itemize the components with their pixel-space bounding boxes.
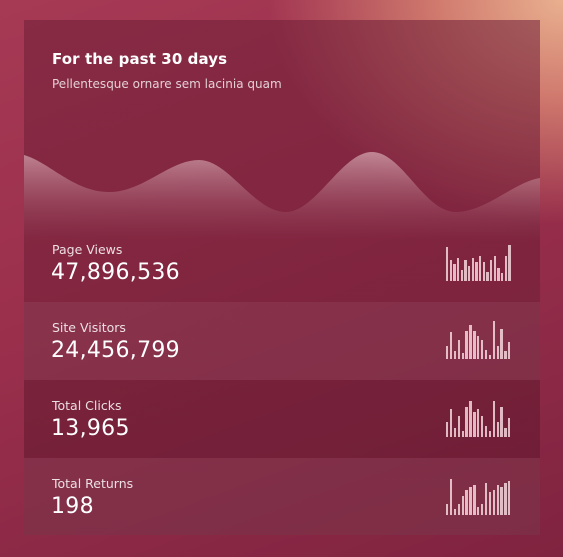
sparkline-bar <box>473 484 476 515</box>
stat-label: Page Views <box>52 242 123 257</box>
sparkline-bar <box>484 482 488 515</box>
sparkline <box>446 477 512 515</box>
sparkline-bar <box>496 421 499 437</box>
traffic-wave-graph <box>24 152 540 240</box>
sparkline <box>446 243 512 281</box>
sparkline-bar <box>449 408 453 437</box>
sparkline-bar <box>508 418 511 437</box>
sparkline-bar <box>501 273 504 281</box>
stat-label: Total Returns <box>52 476 134 491</box>
sparkline-bar <box>457 258 460 281</box>
sparkline-bar <box>496 345 499 359</box>
stat-value: 198 <box>51 494 94 519</box>
card-subtitle: Pellentesque ornare sem lacinia quam <box>52 77 282 91</box>
sparkline-bar <box>446 246 449 281</box>
sparkline-bar <box>504 256 508 281</box>
sparkline-bar <box>453 427 457 437</box>
sparkline-bar <box>488 492 492 515</box>
stat-row-site-visitors: Site Visitors 24,456,799 <box>24 302 540 380</box>
sparkline-bar <box>496 484 499 515</box>
stat-label: Site Visitors <box>52 320 126 335</box>
stat-value: 24,456,799 <box>51 338 180 363</box>
sparkline-bar <box>479 256 482 281</box>
sparkline-bar <box>446 503 449 515</box>
sparkline-bar <box>469 324 472 359</box>
sparkline-bar <box>500 406 503 437</box>
sparkline-bar <box>484 349 488 359</box>
sparkline-bar <box>488 431 492 437</box>
sparkline-bar <box>490 260 493 281</box>
sparkline-bar <box>493 256 497 281</box>
sparkline-bar <box>453 509 457 515</box>
sparkline-bar <box>473 330 476 359</box>
sparkline-bar <box>446 345 449 359</box>
sparkline-bar <box>492 400 495 437</box>
sparkline-bar <box>453 351 457 359</box>
sparkline-bar <box>461 496 464 515</box>
stat-value: 47,896,536 <box>51 260 180 285</box>
sparkline-bar <box>464 260 467 281</box>
sparkline-bar <box>471 258 475 281</box>
sparkline-bar <box>508 244 511 281</box>
card-header: For the past 30 days Pellentesque ornare… <box>52 50 520 91</box>
sparkline <box>446 321 512 359</box>
sparkline-bar <box>477 336 480 359</box>
sparkline-bar <box>500 486 503 515</box>
sparkline-bar <box>469 486 472 515</box>
sparkline-bar <box>461 353 464 359</box>
sparkline-bar <box>446 421 449 437</box>
stat-value: 13,965 <box>51 416 130 441</box>
sparkline-bar <box>477 507 480 515</box>
stat-label: Total Clicks <box>52 398 122 413</box>
sparkline-bar <box>500 328 503 359</box>
sparkline-bar <box>477 408 480 437</box>
sparkline-bar <box>475 262 478 281</box>
sparkline-bar <box>449 478 453 515</box>
sparkline-bar <box>480 503 484 515</box>
sparkline-bar <box>504 351 507 359</box>
sparkline-bar <box>480 340 484 359</box>
sparkline-bar <box>492 490 495 515</box>
stats-list: Page Views 47,896,536 Site Visitors 24,4… <box>24 224 540 535</box>
sparkline-bar <box>504 482 507 515</box>
sparkline-bar <box>480 416 484 437</box>
stats-card: For the past 30 days Pellentesque ornare… <box>24 20 540 535</box>
stat-row-total-clicks: Total Clicks 13,965 <box>24 380 540 458</box>
sparkline-bar <box>486 271 489 281</box>
sparkline-bar <box>461 431 464 437</box>
sparkline-bar <box>508 341 511 359</box>
sparkline-bar <box>492 321 495 359</box>
sparkline-bar <box>504 427 507 437</box>
sparkline-bar <box>453 263 456 281</box>
stat-row-page-views: Page Views 47,896,536 <box>24 224 540 302</box>
sparkline-bar <box>482 262 486 281</box>
sparkline-bar <box>469 400 472 437</box>
sparkline-bar <box>465 330 468 359</box>
sparkline-bar <box>468 265 471 281</box>
sparkline-bar <box>508 480 511 515</box>
sparkline-bar <box>457 340 460 359</box>
sparkline-bar <box>457 503 460 515</box>
sparkline <box>446 399 512 437</box>
sparkline-bar <box>457 416 460 437</box>
sparkline-bar <box>465 406 468 437</box>
sparkline-bar <box>449 260 453 281</box>
sparkline-bar <box>460 269 464 281</box>
sparkline-bar <box>488 355 492 359</box>
card-title: For the past 30 days <box>52 50 228 68</box>
sparkline-bar <box>484 425 488 437</box>
sparkline-bar <box>497 267 500 281</box>
sparkline-bar <box>473 412 476 437</box>
sparkline-bar <box>465 490 468 515</box>
stat-row-total-returns: Total Returns 198 <box>24 458 540 535</box>
sparkline-bar <box>449 332 453 359</box>
